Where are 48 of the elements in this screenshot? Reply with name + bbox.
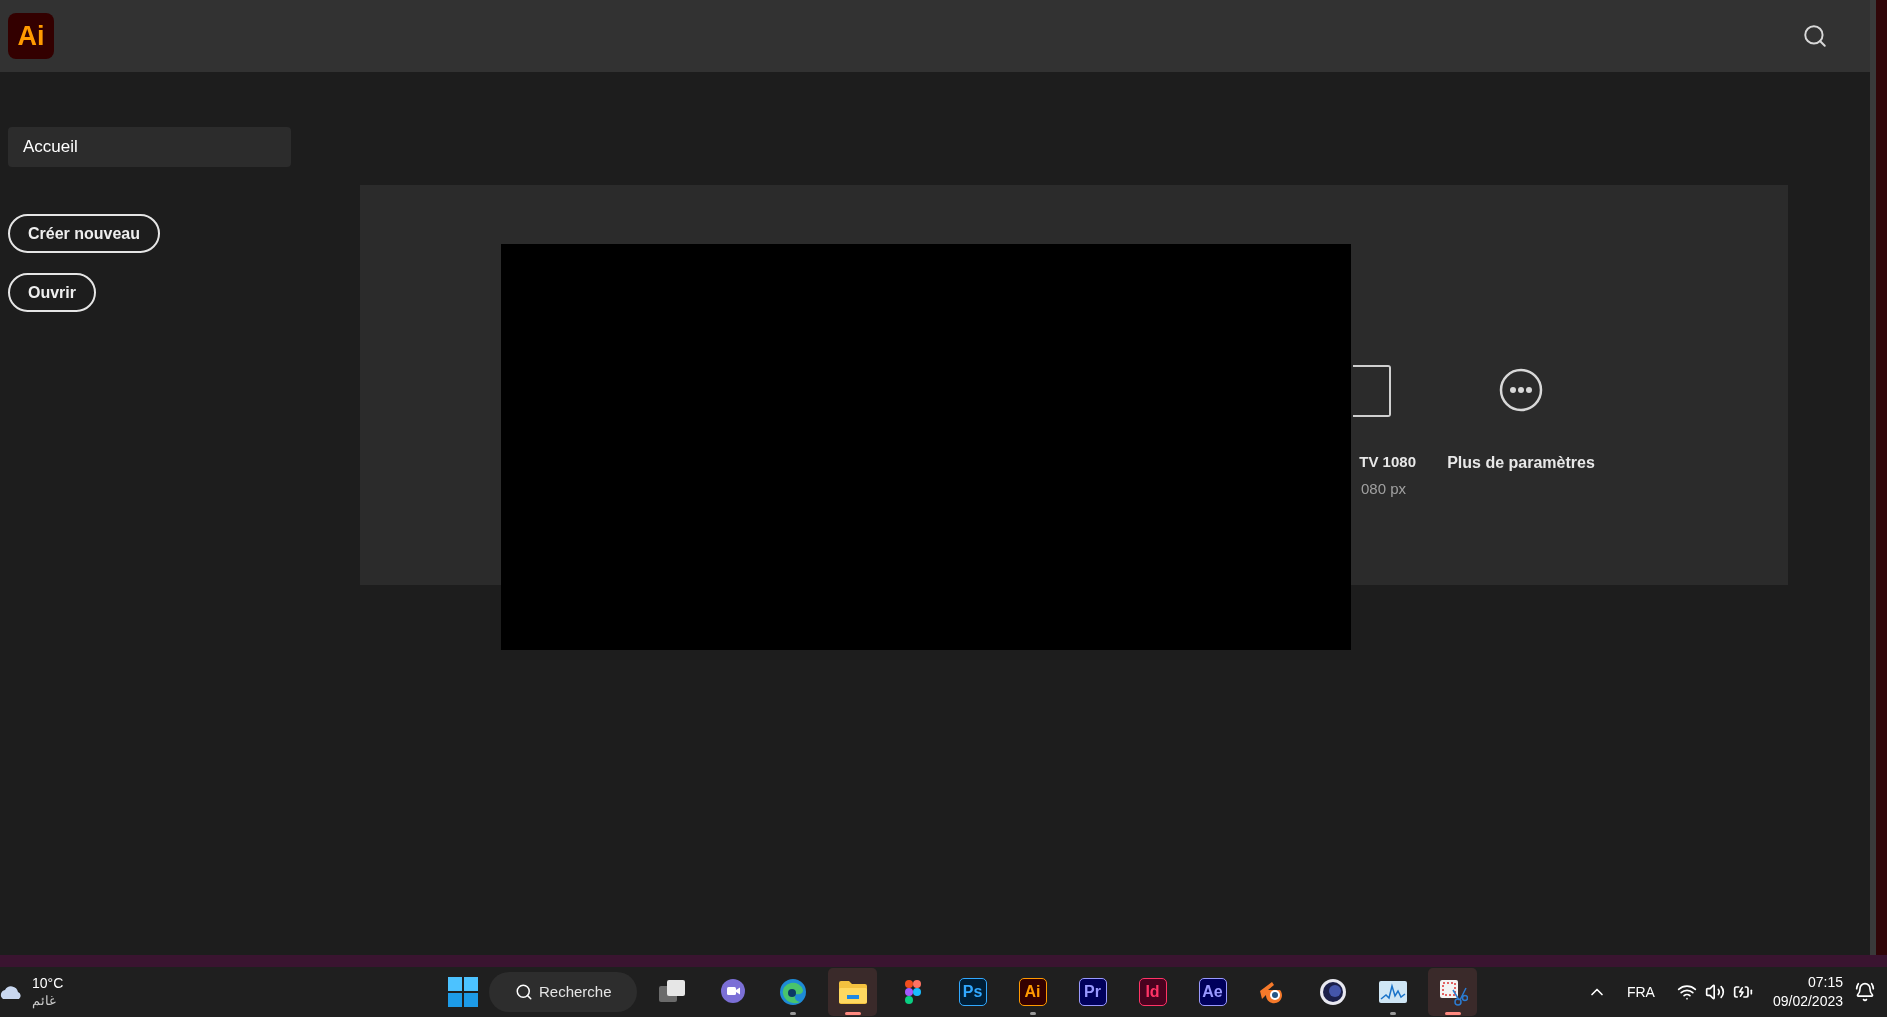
- video-chat-icon: [718, 978, 747, 1006]
- design-tool-icon: [903, 979, 922, 1005]
- wifi-icon[interactable]: [1676, 982, 1697, 1002]
- weather-condition: غائم: [32, 992, 57, 1009]
- more-icon[interactable]: [1499, 368, 1543, 412]
- app-icon: Ps: [958, 978, 987, 1006]
- taskbar-app-button[interactable]: Ae: [1188, 968, 1237, 1016]
- taskbar-app-button[interactable]: Id: [1128, 968, 1177, 1016]
- cloud-icon: [0, 983, 24, 1001]
- app-icon: Ai: [1018, 978, 1047, 1006]
- clock-date[interactable]: 09/02/2023: [1772, 992, 1843, 1011]
- search-icon[interactable]: [1802, 23, 1828, 49]
- app-icon: Ae: [1198, 978, 1227, 1006]
- browser-icon: [778, 978, 807, 1006]
- preset-size: 080 px: [1360, 478, 1407, 499]
- clock-time[interactable]: 07:15: [1807, 973, 1843, 992]
- folder-icon: [837, 979, 868, 1005]
- windows-icon: [658, 980, 687, 1004]
- windows-logo-icon[interactable]: [448, 977, 478, 1007]
- search-box[interactable]: Recherche: [489, 972, 637, 1012]
- running-indicator: [1444, 1012, 1461, 1015]
- chart-window-icon: [1377, 980, 1408, 1004]
- scissors-icon: [1437, 978, 1468, 1006]
- taskbar-app-button[interactable]: Ps: [948, 968, 997, 1016]
- volume-icon[interactable]: [1704, 982, 1725, 1002]
- language-indicator[interactable]: FRA: [1626, 981, 1655, 1003]
- sphere-icon: [1318, 978, 1347, 1006]
- search-placeholder: Recherche: [539, 981, 612, 1002]
- running-indicator: [1389, 1012, 1396, 1015]
- sidebar-item[interactable]: Accueil: [8, 127, 291, 167]
- notification-bell-icon[interactable]: [1855, 982, 1875, 1002]
- taskbar-app-button[interactable]: [828, 968, 877, 1016]
- outline-button[interactable]: Ouvrir: [8, 273, 96, 312]
- taskbar-app-button[interactable]: [1428, 968, 1477, 1016]
- app-icon: Pr: [1078, 978, 1107, 1006]
- temperature: 10°C: [32, 975, 64, 992]
- app-logo[interactable]: Ai: [8, 13, 54, 59]
- preset-frame-icon[interactable]: [1353, 365, 1391, 417]
- search-icon: [515, 983, 533, 1001]
- running-indicator: [1029, 1012, 1036, 1015]
- outline-button[interactable]: Créer nouveau: [8, 214, 161, 253]
- preset-title: TV 1080: [1359, 452, 1416, 472]
- taskbar-app-button[interactable]: Pr: [1068, 968, 1117, 1016]
- running-indicator: [789, 1012, 796, 1015]
- more-settings-label[interactable]: Plus de paramètres: [1447, 451, 1595, 475]
- app-icon: Id: [1138, 978, 1167, 1006]
- taskbar-app-button[interactable]: Ai: [1008, 968, 1057, 1016]
- running-indicator: [844, 1012, 861, 1015]
